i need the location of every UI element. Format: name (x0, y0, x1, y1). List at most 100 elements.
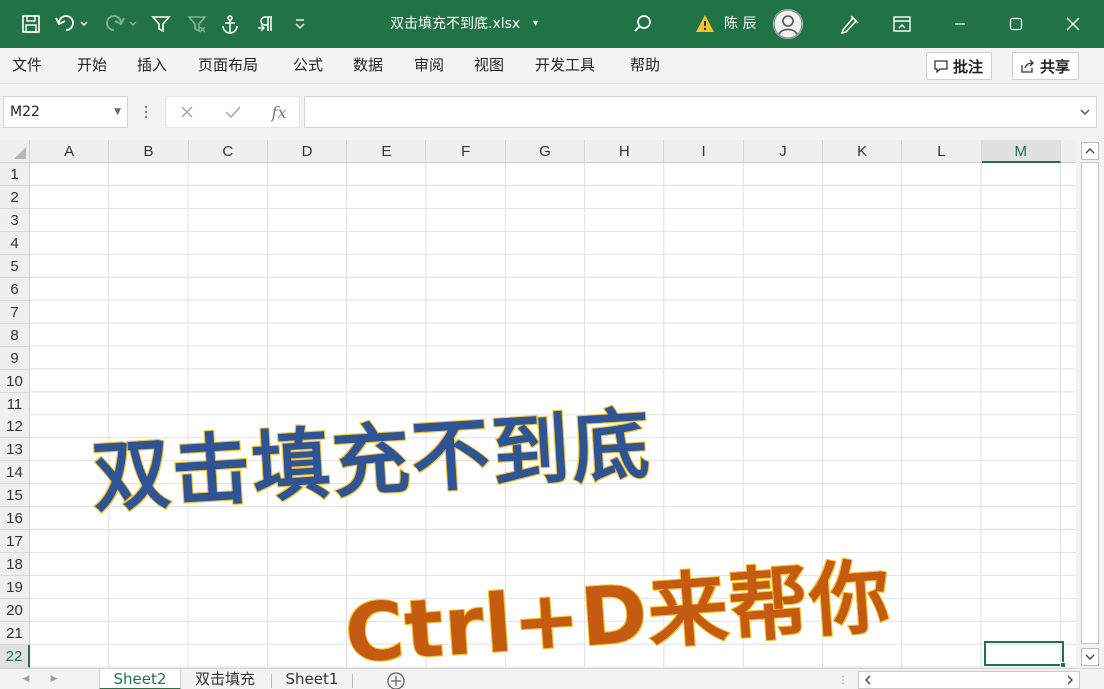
chevron-down-icon[interactable]: ▼ (114, 97, 121, 127)
row-header-10[interactable]: 10 (0, 369, 30, 393)
close-button[interactable] (1050, 0, 1096, 48)
column-header-g[interactable]: G (506, 140, 586, 163)
comments-button[interactable]: 批注 (926, 52, 993, 80)
row-header-9[interactable]: 9 (0, 346, 30, 370)
menu-data[interactable]: 数据 (353, 48, 383, 82)
document-title[interactable]: 双击填充不到底.xlsx (390, 0, 520, 48)
menu-developer[interactable]: 开发工具 (535, 48, 595, 82)
sheet-tabs-bar: ◀ ▶ Sheet2 双击填充 Sheet1 ⋮ (0, 668, 1104, 689)
filter-icon[interactable] (144, 0, 178, 48)
select-all-button[interactable] (0, 140, 30, 163)
column-header-j[interactable]: J (744, 140, 823, 163)
tab-divider (352, 674, 353, 688)
menu-review[interactable]: 审阅 (414, 48, 444, 82)
column-header-l[interactable]: L (902, 140, 982, 163)
menu-help[interactable]: 帮助 (630, 48, 660, 82)
column-header-a[interactable]: A (30, 140, 110, 163)
row-header-7[interactable]: 7 (0, 300, 30, 324)
maximize-button[interactable] (993, 0, 1039, 48)
warning-icon[interactable] (695, 14, 715, 34)
row-header-22[interactable]: 22 (0, 644, 30, 668)
row-header-8[interactable]: 8 (0, 323, 30, 347)
clear-filter-icon[interactable] (180, 0, 214, 48)
row-header-20[interactable]: 20 (0, 599, 30, 623)
formula-bar: M22 ▼ fx (0, 84, 1104, 140)
anchor-icon[interactable] (213, 0, 247, 48)
row-header-1[interactable]: 1 (0, 163, 30, 186)
save-icon[interactable] (14, 0, 48, 48)
menu-page-layout[interactable]: 页面布局 (198, 48, 258, 82)
share-button[interactable]: 共享 (1012, 52, 1080, 80)
add-sheet-icon[interactable] (386, 671, 406, 689)
scroll-up-button[interactable] (1081, 142, 1099, 160)
active-cell[interactable] (984, 641, 1064, 666)
customize-qat-icon[interactable] (283, 0, 317, 48)
row-header-14[interactable]: 14 (0, 461, 30, 485)
title-dropdown-icon[interactable]: ▾ (533, 0, 538, 48)
undo-icon[interactable] (50, 0, 94, 48)
insert-function-button[interactable]: fx (264, 97, 294, 127)
worksheet-grid[interactable]: ABCDEFGHIJKLM 1 2 3 4 5 6 7 8 9 10 11 12 13 14 15 16 17 1… (0, 140, 1076, 668)
menu-formulas[interactable]: 公式 (293, 48, 323, 82)
splitter-handle-icon[interactable]: ⋮ (838, 675, 848, 686)
scroll-left-button[interactable] (859, 672, 877, 688)
search-icon[interactable] (626, 0, 660, 48)
row-header-17[interactable]: 17 (0, 530, 30, 554)
name-box[interactable]: M22 ▼ (3, 96, 128, 128)
column-header-h[interactable]: H (585, 140, 665, 163)
row-header-5[interactable]: 5 (0, 254, 30, 278)
horizontal-scrollbar[interactable] (858, 671, 1080, 689)
vertical-scroll-thumb[interactable] (1081, 162, 1099, 644)
title-bar: 双击填充不到底.xlsx ▾ 陈 辰 (0, 0, 1104, 48)
row-header-3[interactable]: 3 (0, 208, 30, 232)
sheet-tab-double-click-fill[interactable]: 双击填充 (185, 669, 265, 689)
row-header-13[interactable]: 13 (0, 438, 30, 462)
row-header-6[interactable]: 6 (0, 277, 30, 301)
cancel-icon[interactable] (172, 97, 202, 127)
formula-bar-buttons: fx (165, 96, 300, 128)
menu-home[interactable]: 开始 (77, 48, 107, 82)
drag-handle-icon[interactable] (143, 104, 149, 120)
expand-formula-bar-icon[interactable] (1079, 107, 1091, 117)
row-header-18[interactable]: 18 (0, 553, 30, 577)
next-sheet-icon[interactable]: ▶ (44, 669, 64, 689)
column-header-b[interactable]: B (109, 140, 189, 163)
minimize-button[interactable] (937, 0, 983, 48)
paragraph-icon[interactable] (249, 0, 283, 48)
row-header-11[interactable]: 11 (0, 392, 30, 416)
ribbon-display-icon[interactable] (885, 0, 919, 48)
row-header-21[interactable]: 21 (0, 622, 30, 645)
column-header-k[interactable]: K (823, 140, 903, 163)
user-name[interactable]: 陈 辰 (724, 0, 756, 48)
column-header-f[interactable]: F (427, 140, 506, 163)
sheet-tab-sheet1[interactable]: Sheet1 (278, 669, 346, 689)
pen-icon[interactable] (832, 0, 866, 48)
prev-sheet-icon[interactable]: ◀ (16, 669, 36, 689)
column-header-m[interactable]: M (981, 140, 1061, 163)
sheet-tab-sheet2[interactable]: Sheet2 (99, 669, 181, 689)
menu-view[interactable]: 视图 (474, 48, 504, 82)
column-headers: ABCDEFGHIJKLM (0, 140, 1076, 163)
row-header-16[interactable]: 16 (0, 507, 30, 531)
row-header-15[interactable]: 15 (0, 484, 30, 508)
vertical-scrollbar[interactable] (1076, 140, 1104, 668)
formula-input[interactable] (304, 96, 1097, 128)
name-box-value: M22 (10, 104, 40, 120)
share-icon (1021, 59, 1034, 73)
column-header-d[interactable]: D (268, 140, 348, 163)
row-header-19[interactable]: 19 (0, 576, 30, 600)
row-header-4[interactable]: 4 (0, 231, 30, 255)
row-header-12[interactable]: 12 (0, 415, 30, 439)
menu-insert[interactable]: 插入 (137, 48, 167, 82)
column-header-i[interactable]: I (664, 140, 744, 163)
enter-icon[interactable] (218, 97, 248, 127)
avatar[interactable] (773, 9, 803, 39)
comment-icon (934, 60, 948, 73)
row-header-2[interactable]: 2 (0, 185, 30, 209)
column-header-e[interactable]: E (347, 140, 427, 163)
redo-icon[interactable] (100, 0, 144, 48)
menu-file[interactable]: 文件 (12, 48, 42, 82)
scroll-right-button[interactable] (1061, 672, 1079, 688)
scroll-down-button[interactable] (1081, 648, 1099, 666)
column-header-c[interactable]: C (189, 140, 268, 163)
